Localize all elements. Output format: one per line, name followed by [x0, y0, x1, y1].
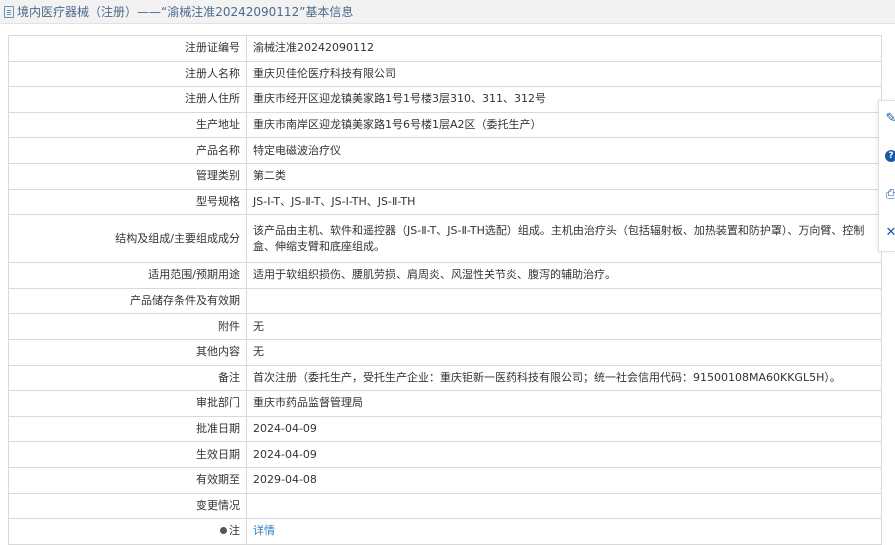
row-label: 产品储存条件及有效期: [8, 287, 247, 315]
row-value: 2024-04-09: [246, 441, 882, 468]
close-button[interactable]: ✕: [882, 223, 895, 241]
table-row: 产品名称 特定电磁波治疗仪: [8, 137, 882, 164]
row-value: 首次注册（委托生产，受托生产企业：重庆钜新一医药科技有限公司；统一社会信用代码：…: [246, 364, 882, 392]
row-value: [246, 287, 882, 315]
row-value: 无: [246, 338, 882, 366]
table-row: 批准日期 2024-04-09: [8, 415, 882, 443]
table-row: 审批部门 重庆市药品监督管理局: [8, 390, 882, 417]
row-label: 有效期至: [8, 466, 247, 494]
row-label: 产品名称: [8, 137, 247, 164]
table-row: 产品储存条件及有效期: [8, 287, 882, 315]
close-icon: ✕: [885, 224, 895, 240]
table-row: 其他内容 无: [8, 338, 882, 366]
table-row: 生效日期 2024-04-09: [8, 441, 882, 468]
lightbulb-icon: [220, 527, 227, 535]
row-value: 2029-04-08: [246, 466, 882, 494]
row-label: 结构及组成/主要组成成分: [8, 214, 247, 264]
row-label: 型号规格: [8, 188, 247, 216]
row-value: 2024-04-09: [246, 415, 882, 443]
row-label: 批准日期: [8, 415, 247, 443]
table-row: 生产地址 重庆市南岸区迎龙镇美家路1号6号楼1层A2区（委托生产）: [8, 111, 882, 139]
row-value: 特定电磁波治疗仪: [246, 137, 882, 164]
table-row: 变更情况: [8, 492, 882, 520]
table-row: 型号规格 JS-Ⅰ-T、JS-Ⅱ-T、JS-Ⅰ-TH、JS-Ⅱ-TH: [8, 188, 882, 216]
breadcrumb-title: 境内医疗器械（注册）——“渝械注准20242090112”基本信息: [17, 5, 354, 19]
row-label: 注: [229, 524, 240, 538]
row-value: 重庆市经开区迎龙镇美家路1号1号楼3层310、311、312号: [246, 86, 882, 113]
edit-button[interactable]: ✎: [882, 109, 895, 127]
edit-icon: ✎: [885, 110, 895, 126]
table-row: 管理类别 第二类: [8, 162, 882, 190]
row-label: 管理类别: [8, 162, 247, 190]
row-label: 注册人名称: [8, 60, 247, 88]
table-row: 注册人名称 重庆贝佳伦医疗科技有限公司: [8, 60, 882, 88]
row-label: 变更情况: [8, 492, 247, 520]
note-label-cell: 注: [8, 518, 247, 545]
table-row: 备注 首次注册（委托生产，受托生产企业：重庆钜新一医药科技有限公司；统一社会信用…: [8, 364, 882, 392]
details-link[interactable]: 详情: [253, 524, 275, 537]
row-label: 备注: [8, 364, 247, 392]
table-row: 结构及组成/主要组成成分 该产品由主机、软件和遥控器（JS-Ⅱ-T、JS-Ⅱ-T…: [8, 214, 882, 264]
row-value: 详情: [246, 518, 882, 545]
side-toolbar: ✎ ? ⎙ ✕: [878, 100, 895, 252]
row-label: 其他内容: [8, 338, 247, 366]
row-value: 渝械注准20242090112: [246, 35, 882, 62]
row-value: 无: [246, 313, 882, 340]
help-icon: ?: [885, 150, 895, 162]
row-value: 重庆市药品监督管理局: [246, 390, 882, 417]
table-row: 适用范围/预期用途 适用于软组织损伤、腰肌劳损、肩周炎、风湿性关节炎、腹泻的辅助…: [8, 262, 882, 289]
row-label: 生效日期: [8, 441, 247, 468]
document-icon: [4, 5, 14, 18]
row-value: JS-Ⅰ-T、JS-Ⅱ-T、JS-Ⅰ-TH、JS-Ⅱ-TH: [246, 188, 882, 216]
table-row: 注册人住所 重庆市经开区迎龙镇美家路1号1号楼3层310、311、312号: [8, 86, 882, 113]
table-row: 注册证编号 渝械注准20242090112: [8, 35, 882, 62]
row-value: 重庆贝佳伦医疗科技有限公司: [246, 60, 882, 88]
row-value: 第二类: [246, 162, 882, 190]
row-label: 适用范围/预期用途: [8, 262, 247, 289]
table-row: 有效期至 2029-04-08: [8, 466, 882, 494]
row-label: 审批部门: [8, 390, 247, 417]
table-row: 注 详情: [8, 518, 882, 545]
row-label: 附件: [8, 313, 247, 340]
row-value: [246, 492, 882, 520]
row-value: 适用于软组织损伤、腰肌劳损、肩周炎、风湿性关节炎、腹泻的辅助治疗。: [246, 262, 882, 289]
page-header: 境内医疗器械（注册）——“渝械注准20242090112”基本信息: [0, 0, 895, 24]
table-row: 附件 无: [8, 313, 882, 340]
row-label: 生产地址: [8, 111, 247, 139]
info-table: 注册证编号 渝械注准20242090112 注册人名称 重庆贝佳伦医疗科技有限公…: [8, 35, 882, 545]
help-button[interactable]: ?: [882, 147, 895, 165]
print-button[interactable]: ⎙: [882, 185, 895, 203]
row-label: 注册证编号: [8, 35, 247, 62]
row-value: 该产品由主机、软件和遥控器（JS-Ⅱ-T、JS-Ⅱ-TH选配）组成。主机由治疗头…: [246, 214, 882, 264]
print-icon: ⎙: [885, 186, 895, 202]
row-label: 注册人住所: [8, 86, 247, 113]
row-value: 重庆市南岸区迎龙镇美家路1号6号楼1层A2区（委托生产）: [246, 111, 882, 139]
